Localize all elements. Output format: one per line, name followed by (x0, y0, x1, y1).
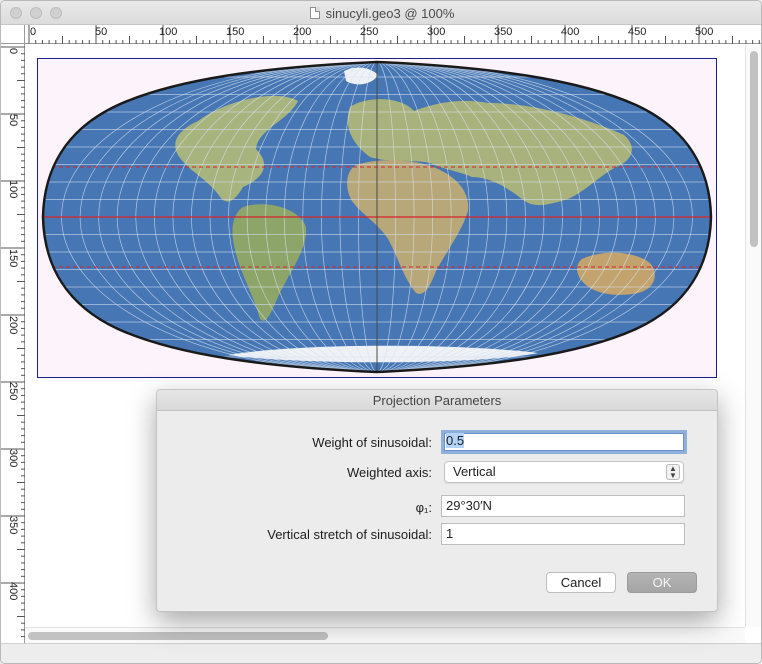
title-bar[interactable]: sinucyli.geo3 @ 100% (1, 1, 761, 25)
phi-input[interactable]: 29°30′N (441, 495, 685, 517)
document-window: sinucyli.geo3 @ 100% 0 50 100 150 200 25… (0, 0, 762, 664)
dialog-title: Projection Parameters (157, 390, 717, 411)
ruler-h-label: 400 (561, 26, 580, 38)
ruler-corner (1, 25, 25, 44)
ruler-h-label: 50 (95, 26, 108, 38)
axis-value: Vertical (453, 464, 496, 479)
vertical-ruler[interactable]: 0 50 100 150 200 250 300 350 400 (1, 44, 25, 644)
ruler-v-label: 350 (7, 516, 19, 535)
ruler-h-label: 200 (293, 26, 312, 38)
weight-value: 0.5 (446, 433, 465, 448)
ruler-h-label: 450 (628, 26, 647, 38)
horizontal-scrollbar[interactable] (25, 627, 745, 643)
vertical-ruler-ticks (1, 46, 25, 638)
axis-label: Weighted axis: (346, 465, 432, 480)
stretch-input[interactable]: 1 (441, 523, 685, 545)
horizontal-scroll-thumb[interactable] (28, 632, 328, 640)
ruler-v-label: 300 (7, 449, 19, 468)
phi-label: φ₁: (415, 500, 432, 515)
stretch-label: Vertical stretch of sinusoidal: (267, 527, 432, 542)
updown-chevron-icon: ▲ ▼ (666, 464, 680, 480)
window-title: sinucyli.geo3 @ 100% (325, 6, 455, 21)
weighted-axis-select[interactable]: Vertical ▲ ▼ (444, 461, 684, 483)
window-title-container: sinucyli.geo3 @ 100% (1, 6, 761, 21)
ruler-v-label: 50 (7, 114, 19, 127)
ruler-h-label: 100 (159, 26, 178, 38)
ruler-v-label: 100 (7, 180, 19, 199)
document-icon (309, 7, 320, 19)
ruler-h-label: 150 (226, 26, 245, 38)
ruler-v-label: 400 (7, 582, 19, 601)
ruler-h-label: 500 (695, 26, 714, 38)
ruler-h-label: 250 (360, 26, 379, 38)
phi-value: 29°30′N (446, 498, 492, 513)
ruler-h-label: 300 (427, 26, 446, 38)
cancel-button[interactable]: Cancel (546, 572, 616, 593)
vertical-scroll-thumb[interactable] (750, 51, 758, 247)
map-frame[interactable] (37, 58, 717, 378)
horizontal-ruler[interactable]: 0 50 100 150 200 250 300 350 400 450 500 (25, 25, 761, 44)
vertical-scrollbar[interactable] (745, 45, 761, 627)
stretch-value: 1 (446, 526, 454, 541)
horizontal-ruler-ticks (28, 25, 760, 44)
ruler-v-label: 0 (7, 48, 19, 55)
status-bar (1, 643, 761, 663)
projection-parameters-dialog: Projection Parameters Weight of sinusoid… (156, 389, 718, 612)
ruler-v-label: 200 (7, 316, 19, 335)
weight-label: Weight of sinusoidal: (312, 435, 432, 450)
ruler-v-label: 250 (7, 382, 19, 401)
ruler-v-label: 150 (7, 249, 19, 268)
weight-input[interactable]: 0.5 (441, 430, 687, 454)
ruler-h-label: 350 (494, 26, 513, 38)
ok-button[interactable]: OK (627, 572, 697, 593)
world-map (41, 60, 713, 374)
ruler-h-label: 0 (30, 26, 37, 38)
